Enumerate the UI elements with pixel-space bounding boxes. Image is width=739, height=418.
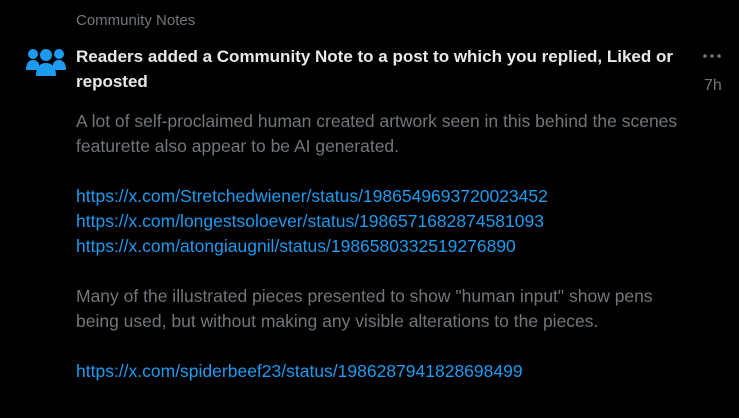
more-options-button[interactable]: [700, 46, 724, 66]
link-list: https://x.com/spiderbeef23/status/198628…: [76, 359, 686, 384]
more-dots-icon: [703, 54, 721, 58]
community-people-icon: [26, 46, 66, 78]
community-note-notification[interactable]: Community Notes Readers added a Communit…: [0, 0, 739, 418]
notification-title: Readers added a Community Note to a post…: [76, 47, 673, 91]
link-list: https://x.com/Stretchedwiener/status/198…: [76, 184, 686, 259]
source-link[interactable]: https://x.com/Stretchedwiener/status/198…: [76, 184, 686, 209]
section-label: Community Notes: [76, 12, 196, 29]
source-link[interactable]: https://x.com/atongiaugnil/status/198658…: [76, 234, 686, 259]
timestamp: 7h: [704, 77, 722, 94]
note-paragraph: Many of the illustrated pieces presented…: [76, 286, 653, 331]
source-link[interactable]: https://x.com/longestsoloever/status/198…: [76, 209, 686, 234]
note-body: A lot of self-proclaimed human created a…: [76, 109, 686, 409]
source-link[interactable]: https://x.com/spiderbeef23/status/198628…: [76, 359, 686, 384]
note-paragraph: A lot of self-proclaimed human created a…: [76, 111, 678, 156]
